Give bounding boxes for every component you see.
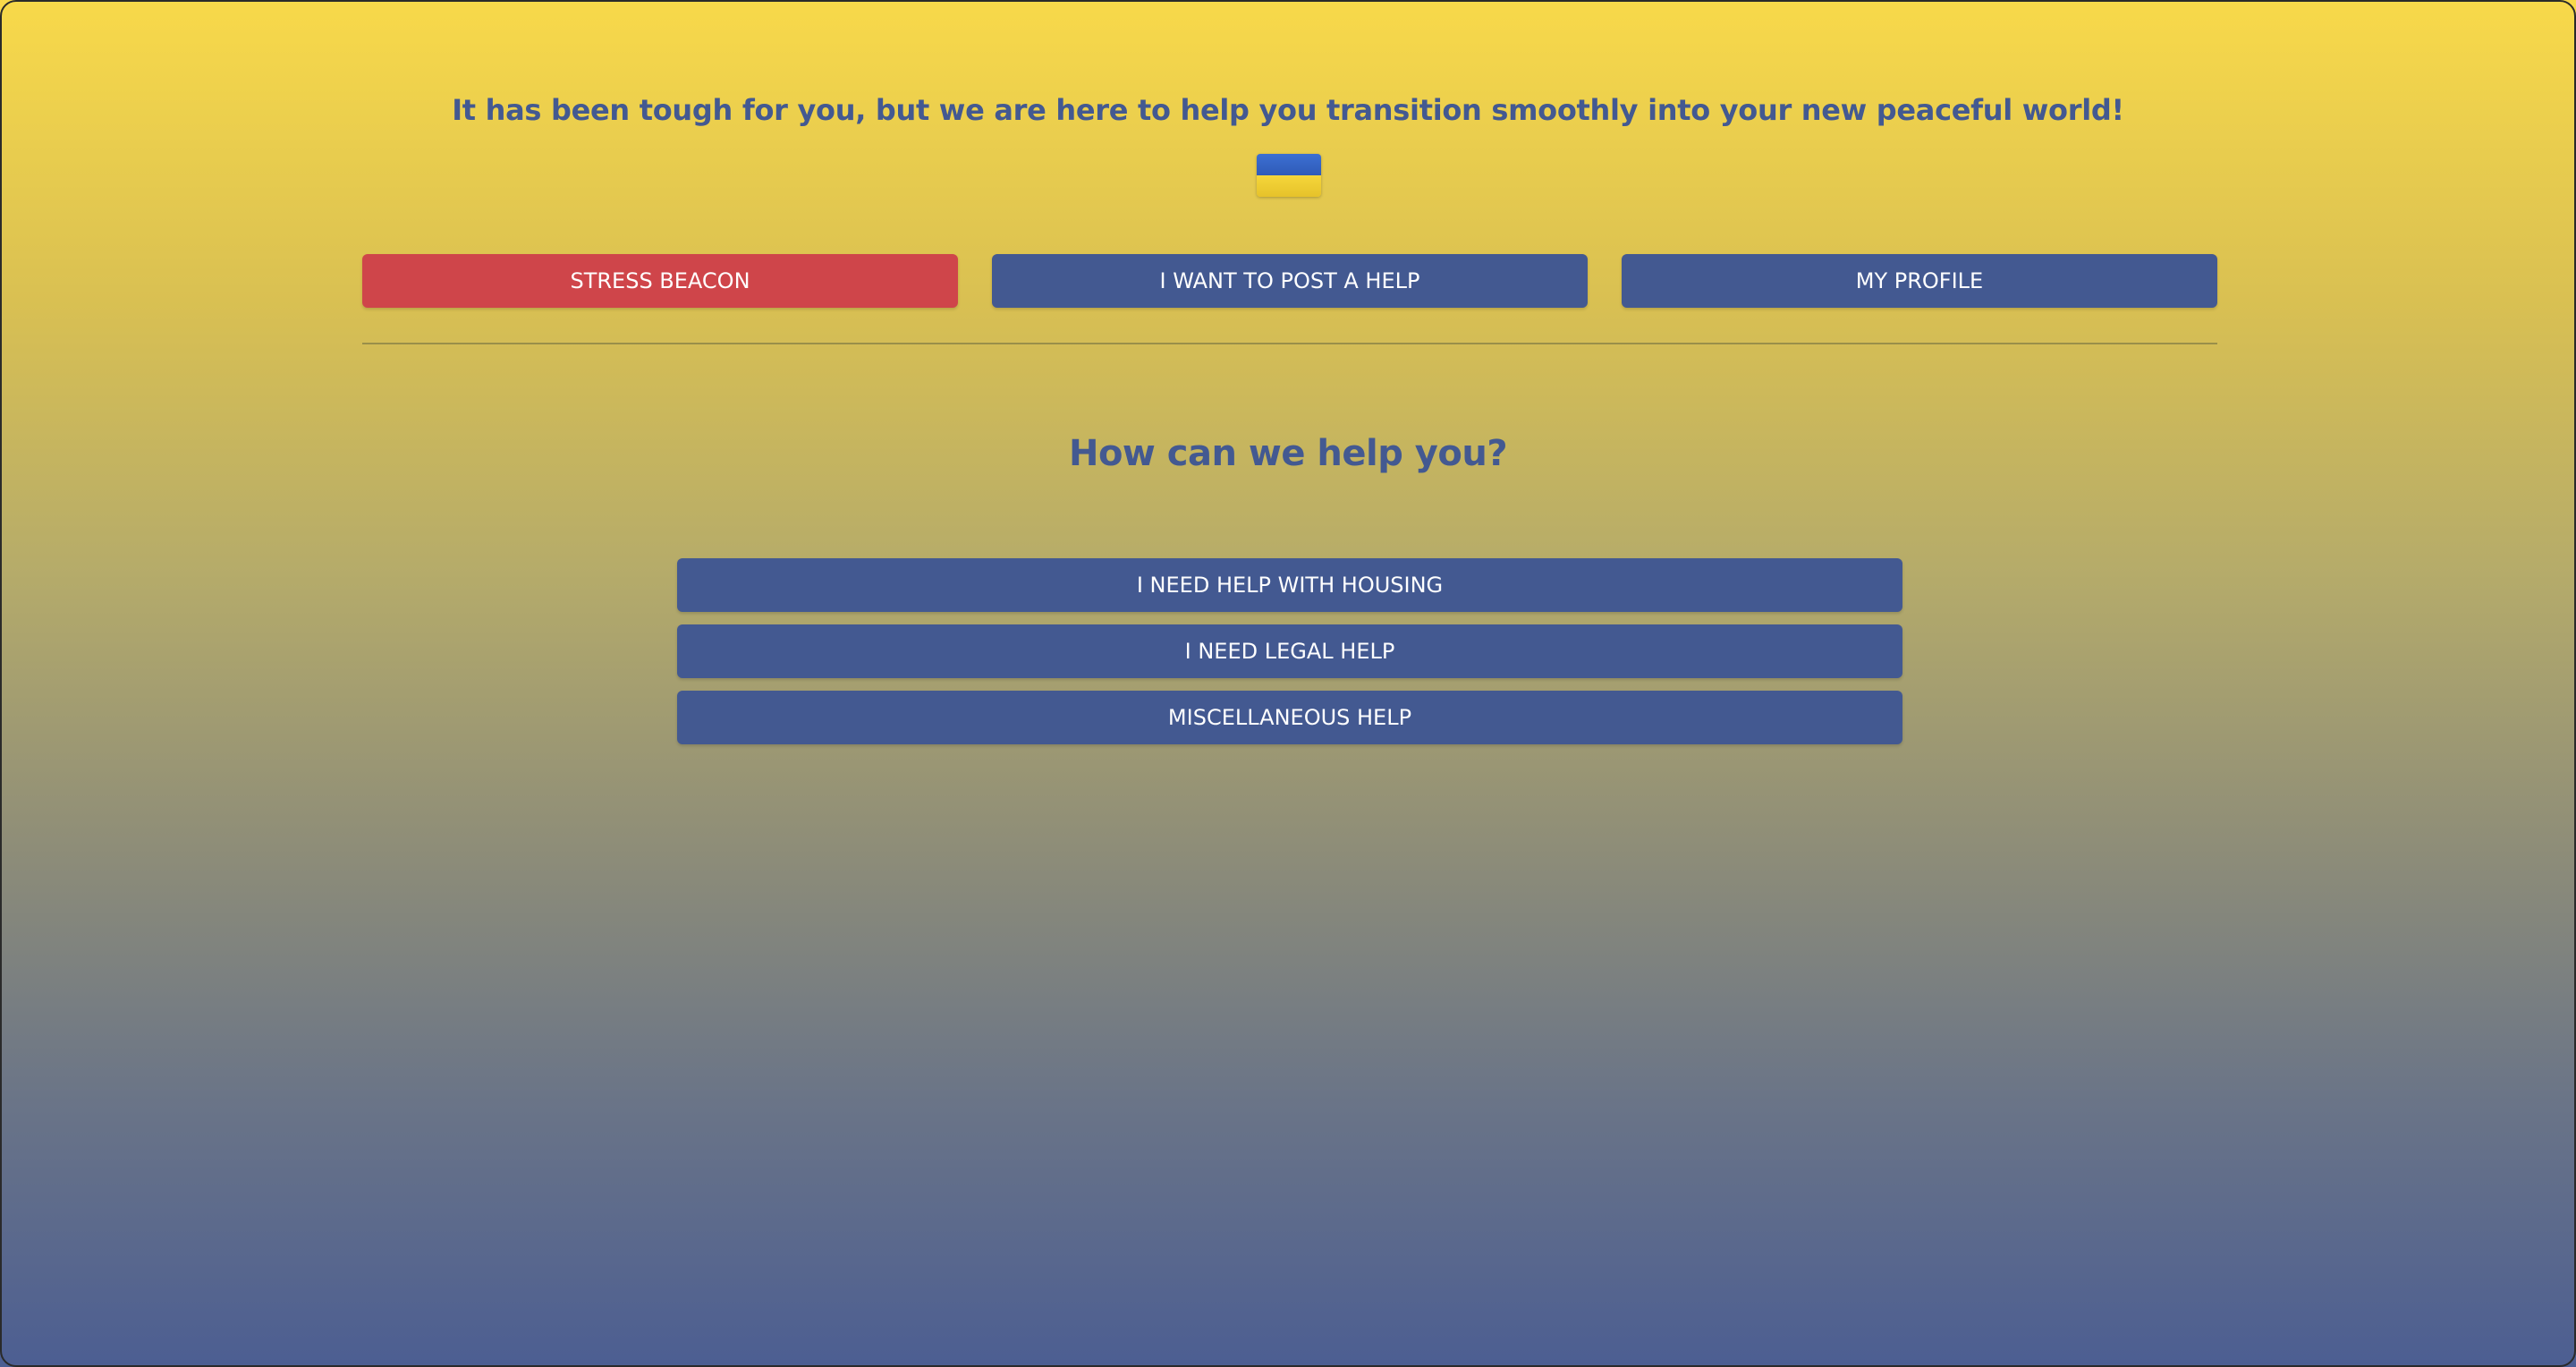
top-navigation: STRESS BEACON I WANT TO POST A HELP MY P… [362,254,2217,308]
flag-blue-stripe [1257,154,1321,175]
flag-yellow-stripe [1257,175,1321,197]
page: { "header": { "tagline": "It has been to… [0,0,2576,1367]
help-question-heading: How can we help you? [1068,433,1508,474]
housing-help-button[interactable]: I NEED HELP WITH HOUSING [677,558,1902,612]
post-help-button[interactable]: I WANT TO POST A HELP [992,254,1588,308]
stress-beacon-button[interactable]: STRESS BEACON [362,254,958,308]
ukraine-flag-icon [1257,154,1321,197]
legal-help-button[interactable]: I NEED LEGAL HELP [677,624,1902,678]
my-profile-button[interactable]: MY PROFILE [1622,254,2217,308]
help-options-list: I NEED HELP WITH HOUSING I NEED LEGAL HE… [677,558,1902,744]
miscellaneous-help-button[interactable]: MISCELLANEOUS HELP [677,691,1902,744]
section-divider [362,343,2217,344]
page-tagline: It has been tough for you, but we are he… [452,93,2124,127]
